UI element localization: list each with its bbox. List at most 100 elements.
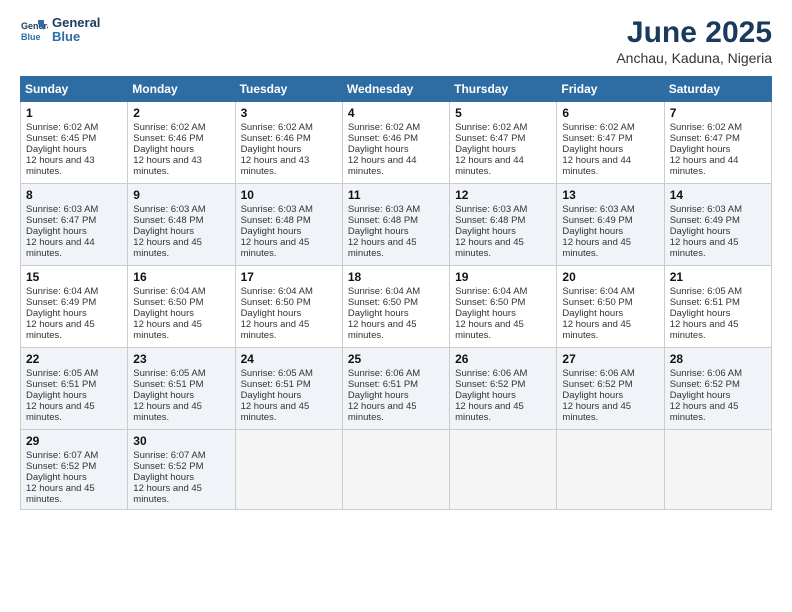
- daylight-label: Daylight hours: [26, 308, 87, 319]
- title-block: June 2025 Anchau, Kaduna, Nigeria: [616, 16, 772, 66]
- sunset-label: Sunset: 6:48 PM: [455, 215, 525, 226]
- sunset-label: Sunset: 6:49 PM: [670, 215, 740, 226]
- sunset-label: Sunset: 6:47 PM: [455, 133, 525, 144]
- day-number: 27: [562, 352, 658, 366]
- sunrise-label: Sunrise: 6:07 AM: [26, 450, 98, 461]
- table-cell: 18 Sunrise: 6:04 AM Sunset: 6:50 PM Dayl…: [342, 266, 449, 348]
- table-cell: 13 Sunrise: 6:03 AM Sunset: 6:49 PM Dayl…: [557, 184, 664, 266]
- day-number: 6: [562, 106, 658, 120]
- table-cell: 11 Sunrise: 6:03 AM Sunset: 6:48 PM Dayl…: [342, 184, 449, 266]
- table-cell: 23 Sunrise: 6:05 AM Sunset: 6:51 PM Dayl…: [128, 348, 235, 430]
- sunrise-label: Sunrise: 6:02 AM: [670, 122, 742, 133]
- table-cell: 15 Sunrise: 6:04 AM Sunset: 6:49 PM Dayl…: [21, 266, 128, 348]
- table-cell: 7 Sunrise: 6:02 AM Sunset: 6:47 PM Dayli…: [664, 102, 771, 184]
- daylight-value: 12 hours and 43 minutes.: [241, 155, 310, 177]
- daylight-label: Daylight hours: [670, 308, 731, 319]
- sunrise-label: Sunrise: 6:02 AM: [26, 122, 98, 133]
- daylight-value: 12 hours and 45 minutes.: [670, 401, 739, 423]
- table-cell: [235, 430, 342, 510]
- sunrise-label: Sunrise: 6:03 AM: [455, 204, 527, 215]
- daylight-label: Daylight hours: [670, 226, 731, 237]
- day-number: 23: [133, 352, 229, 366]
- day-number: 25: [348, 352, 444, 366]
- table-cell: 16 Sunrise: 6:04 AM Sunset: 6:50 PM Dayl…: [128, 266, 235, 348]
- daylight-label: Daylight hours: [562, 144, 623, 155]
- th-thursday: Thursday: [450, 77, 557, 102]
- sunrise-label: Sunrise: 6:03 AM: [26, 204, 98, 215]
- daylight-value: 12 hours and 45 minutes.: [26, 483, 95, 505]
- daylight-label: Daylight hours: [348, 308, 409, 319]
- daylight-label: Daylight hours: [670, 144, 731, 155]
- sunrise-label: Sunrise: 6:05 AM: [670, 286, 742, 297]
- daylight-label: Daylight hours: [562, 390, 623, 401]
- table-cell: 19 Sunrise: 6:04 AM Sunset: 6:50 PM Dayl…: [450, 266, 557, 348]
- table-cell: 20 Sunrise: 6:04 AM Sunset: 6:50 PM Dayl…: [557, 266, 664, 348]
- table-cell: 24 Sunrise: 6:05 AM Sunset: 6:51 PM Dayl…: [235, 348, 342, 430]
- daylight-value: 12 hours and 45 minutes.: [133, 237, 202, 259]
- day-number: 11: [348, 188, 444, 202]
- daylight-label: Daylight hours: [455, 390, 516, 401]
- table-cell: 29 Sunrise: 6:07 AM Sunset: 6:52 PM Dayl…: [21, 430, 128, 510]
- th-monday: Monday: [128, 77, 235, 102]
- sunset-label: Sunset: 6:51 PM: [241, 379, 311, 390]
- sunset-label: Sunset: 6:51 PM: [26, 379, 96, 390]
- daylight-value: 12 hours and 45 minutes.: [348, 401, 417, 423]
- daylight-value: 12 hours and 43 minutes.: [26, 155, 95, 177]
- day-number: 21: [670, 270, 766, 284]
- day-number: 12: [455, 188, 551, 202]
- sunset-label: Sunset: 6:52 PM: [133, 461, 203, 472]
- sunrise-label: Sunrise: 6:04 AM: [562, 286, 634, 297]
- daylight-value: 12 hours and 45 minutes.: [562, 401, 631, 423]
- sunset-label: Sunset: 6:48 PM: [133, 215, 203, 226]
- sunset-label: Sunset: 6:47 PM: [670, 133, 740, 144]
- day-number: 5: [455, 106, 551, 120]
- table-cell: [342, 430, 449, 510]
- daylight-value: 12 hours and 44 minutes.: [455, 155, 524, 177]
- table-cell: 4 Sunrise: 6:02 AM Sunset: 6:46 PM Dayli…: [342, 102, 449, 184]
- sunset-label: Sunset: 6:52 PM: [455, 379, 525, 390]
- daylight-value: 12 hours and 45 minutes.: [241, 237, 310, 259]
- th-sunday: Sunday: [21, 77, 128, 102]
- daylight-value: 12 hours and 45 minutes.: [348, 319, 417, 341]
- logo-text: General Blue: [52, 16, 100, 45]
- th-wednesday: Wednesday: [342, 77, 449, 102]
- daylight-value: 12 hours and 45 minutes.: [241, 401, 310, 423]
- day-number: 20: [562, 270, 658, 284]
- sunrise-label: Sunrise: 6:04 AM: [348, 286, 420, 297]
- daylight-label: Daylight hours: [133, 472, 194, 483]
- svg-text:Blue: Blue: [21, 32, 41, 42]
- calendar-header-row: Sunday Monday Tuesday Wednesday Thursday…: [21, 77, 772, 102]
- day-number: 1: [26, 106, 122, 120]
- sunrise-label: Sunrise: 6:04 AM: [133, 286, 205, 297]
- day-number: 14: [670, 188, 766, 202]
- sunrise-label: Sunrise: 6:04 AM: [455, 286, 527, 297]
- day-number: 9: [133, 188, 229, 202]
- table-cell: 30 Sunrise: 6:07 AM Sunset: 6:52 PM Dayl…: [128, 430, 235, 510]
- th-friday: Friday: [557, 77, 664, 102]
- day-number: 26: [455, 352, 551, 366]
- sunset-label: Sunset: 6:47 PM: [26, 215, 96, 226]
- sunset-label: Sunset: 6:49 PM: [562, 215, 632, 226]
- table-cell: 5 Sunrise: 6:02 AM Sunset: 6:47 PM Dayli…: [450, 102, 557, 184]
- day-number: 2: [133, 106, 229, 120]
- sunset-label: Sunset: 6:46 PM: [241, 133, 311, 144]
- table-cell: 17 Sunrise: 6:04 AM Sunset: 6:50 PM Dayl…: [235, 266, 342, 348]
- logo-line2: Blue: [52, 30, 100, 44]
- sunset-label: Sunset: 6:45 PM: [26, 133, 96, 144]
- day-number: 30: [133, 434, 229, 448]
- sunrise-label: Sunrise: 6:03 AM: [133, 204, 205, 215]
- th-tuesday: Tuesday: [235, 77, 342, 102]
- sunset-label: Sunset: 6:51 PM: [348, 379, 418, 390]
- daylight-value: 12 hours and 45 minutes.: [562, 319, 631, 341]
- header: General Blue General Blue June 2025 Anch…: [20, 16, 772, 66]
- daylight-label: Daylight hours: [348, 144, 409, 155]
- logo: General Blue General Blue: [20, 16, 100, 45]
- daylight-label: Daylight hours: [26, 144, 87, 155]
- logo-icon: General Blue: [20, 16, 48, 44]
- daylight-label: Daylight hours: [26, 390, 87, 401]
- table-cell: 1 Sunrise: 6:02 AM Sunset: 6:45 PM Dayli…: [21, 102, 128, 184]
- sunset-label: Sunset: 6:52 PM: [562, 379, 632, 390]
- sunrise-label: Sunrise: 6:06 AM: [455, 368, 527, 379]
- table-cell: 22 Sunrise: 6:05 AM Sunset: 6:51 PM Dayl…: [21, 348, 128, 430]
- sunset-label: Sunset: 6:51 PM: [133, 379, 203, 390]
